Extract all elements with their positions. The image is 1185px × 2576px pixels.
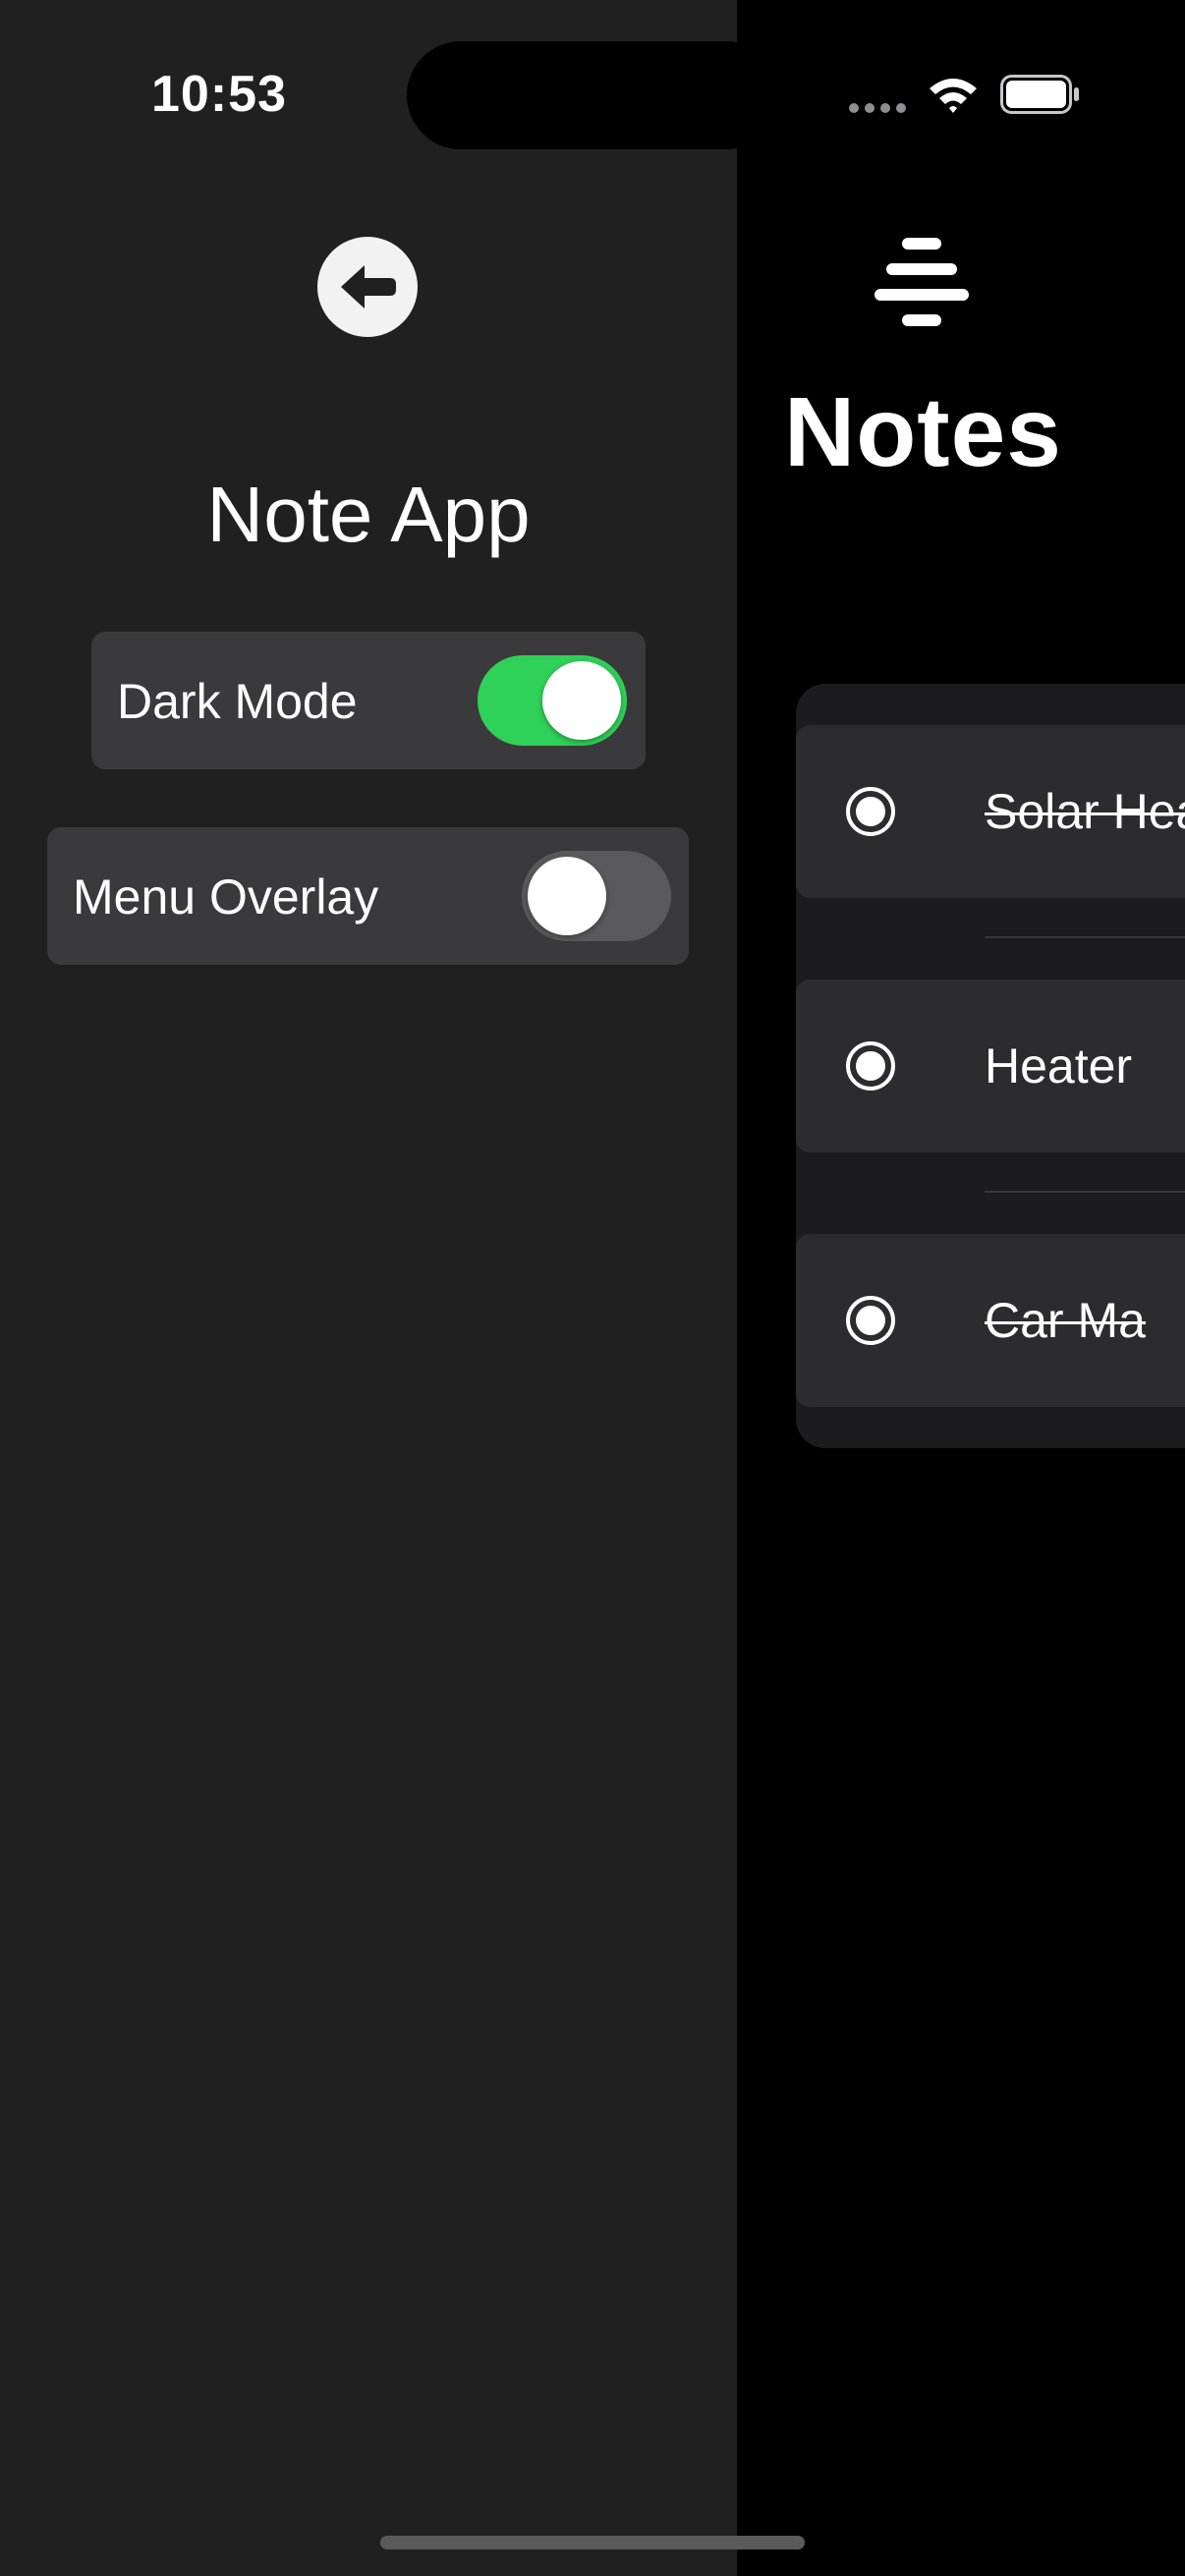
filter-icon[interactable] xyxy=(875,234,969,332)
setting-label: Menu Overlay xyxy=(73,869,379,924)
note-item[interactable]: Solar Heater xyxy=(796,725,1185,898)
side-menu: Note App Dark Mode Menu Overlay xyxy=(0,0,737,2576)
dark-mode-toggle[interactable] xyxy=(478,655,627,746)
menu-overlay-toggle[interactable] xyxy=(522,851,671,941)
wifi-icon xyxy=(928,75,979,119)
divider xyxy=(985,1191,1185,1193)
note-title: Heater xyxy=(985,1038,1133,1093)
toggle-knob xyxy=(528,857,606,935)
setting-label: Dark Mode xyxy=(117,674,358,729)
app-title: Note App xyxy=(206,471,531,558)
radio-selected-icon[interactable] xyxy=(845,1040,896,1092)
page-title: Notes xyxy=(784,377,1062,487)
dynamic-island xyxy=(407,41,780,149)
radio-selected-icon[interactable] xyxy=(845,1295,896,1346)
signal-dots-icon xyxy=(849,101,908,119)
battery-icon xyxy=(1000,75,1081,119)
back-button[interactable] xyxy=(317,237,418,337)
note-item[interactable]: Heater xyxy=(796,980,1185,1152)
note-title: Car Ma xyxy=(985,1293,1146,1348)
status-time: 10:53 xyxy=(151,66,287,123)
notes-screen: Notes Solar Heater Heater Car Ma xyxy=(737,0,1185,2576)
note-item[interactable]: Car Ma xyxy=(796,1234,1185,1407)
menu-overlay-setting: Menu Overlay xyxy=(47,827,689,965)
home-indicator[interactable] xyxy=(380,2536,805,2549)
divider xyxy=(985,936,1185,938)
dark-mode-setting: Dark Mode xyxy=(91,632,646,769)
toggle-knob xyxy=(542,661,621,740)
note-title: Solar Heater xyxy=(985,784,1185,839)
arrow-left-circle-icon xyxy=(341,265,396,308)
radio-selected-icon[interactable] xyxy=(845,786,896,837)
